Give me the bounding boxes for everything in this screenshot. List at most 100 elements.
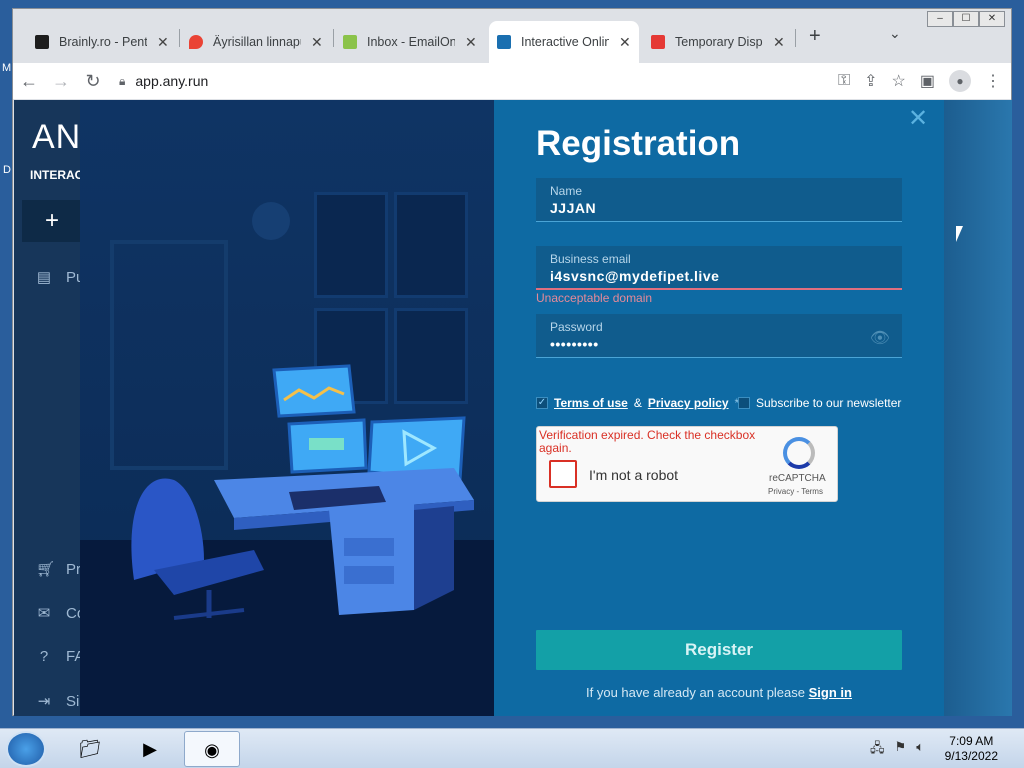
taskbar: 📁︎ ▶ ◉ 🖧︎ ⚑ 🔈︎ 7:09 AM 9/13/2022 [0, 728, 1024, 768]
media-player-taskbar-icon[interactable]: ▶ [122, 731, 178, 767]
newsletter-label: Subscribe to our newsletter [756, 396, 902, 410]
page-viewport: ANY INTERACTIV + ▤ Pu 🛒︎ Pr ✉ Co ? FA ⇥ … [14, 100, 1012, 716]
tab-brainly[interactable]: Brainly.ro - Pentru ✕ [27, 21, 177, 63]
browser-toolbar: ← → ↻ 🔒︎ app.any.run ⚿ ⇪ ☆ ▣ ● ⋮ [13, 63, 1011, 99]
terms-row: ✓ Terms of use & Privacy policy * [536, 396, 739, 410]
close-tab-icon[interactable]: ✕ [773, 34, 785, 51]
email-favicon-icon [343, 35, 357, 49]
back-arrow-icon[interactable]: ← [13, 71, 45, 92]
system-clock[interactable]: 7:09 AM 9/13/2022 [945, 734, 998, 764]
browser-window: Brainly.ro - Pentru ✕ Äyrisillan linnapu… [12, 8, 1012, 716]
captcha-label: I'm not a robot [589, 467, 679, 483]
email-field[interactable]: Business email i4svsnc@mydefipet.live [536, 246, 902, 290]
start-button[interactable] [6, 731, 46, 767]
mouse-cursor-icon [956, 226, 963, 242]
name-value[interactable]: JJJAN [550, 200, 596, 216]
recaptcha-links[interactable]: Privacy - Terms [768, 487, 823, 496]
signin-link[interactable]: Sign in [809, 685, 852, 700]
illustration-workstation [131, 364, 474, 620]
tab-strip: Brainly.ro - Pentru ✕ Äyrisillan linnapu… [13, 9, 1011, 63]
password-label: Password [550, 320, 603, 334]
close-tab-icon[interactable]: ✕ [465, 34, 477, 51]
close-tab-icon[interactable]: ✕ [157, 34, 169, 51]
chrome-taskbar-icon[interactable]: ◉ [184, 731, 240, 767]
profile-avatar-icon[interactable]: ● [949, 70, 971, 92]
new-task-button[interactable]: + [22, 200, 82, 242]
close-tab-icon[interactable]: ✕ [311, 34, 323, 51]
star-icon[interactable]: ☆ [892, 71, 906, 91]
captcha-checkbox[interactable] [549, 460, 577, 488]
privacy-policy-link[interactable]: Privacy policy [648, 396, 729, 410]
close-window-button[interactable]: ✕ [979, 11, 1005, 27]
tab-title: Temporary Dispos [675, 35, 763, 49]
action-center-icon[interactable]: ⚑ [895, 739, 907, 761]
terms-of-use-link[interactable]: Terms of use [554, 396, 628, 410]
minimize-button[interactable]: ‒ [927, 11, 953, 27]
menu-kebab-icon[interactable]: ⋮ [985, 71, 1001, 91]
mail-icon: ✉ [37, 605, 51, 622]
help-icon: ? [39, 648, 49, 665]
tab-maps[interactable]: Äyrisillan linnapuis ✕ [181, 21, 331, 63]
name-label: Name [550, 184, 583, 198]
close-tab-icon[interactable]: ✕ [619, 34, 631, 51]
clock-date: 9/13/2022 [944, 749, 998, 763]
sidebar-item-faq[interactable]: ? FA [36, 648, 85, 665]
recaptcha-logo-icon [783, 437, 815, 469]
tempmail-favicon-icon [651, 35, 665, 49]
signin-prompt: If you have already an account please Si… [536, 685, 902, 700]
key-icon[interactable]: ⚿ [838, 72, 850, 90]
email-value[interactable]: i4svsnc@mydefipet.live [550, 268, 719, 284]
recaptcha-widget: Verification expired. Check the checkbox… [536, 426, 838, 502]
email-error-message: Unacceptable domain [536, 291, 653, 305]
desktop-icon-label: M [2, 62, 12, 74]
tab-title: Inbox - EmailOnDe [367, 35, 455, 49]
password-field[interactable]: Password ••••••••• 👁︎ [536, 314, 902, 358]
name-field[interactable]: Name JJJAN [536, 178, 902, 222]
tab-search-chevron-icon[interactable]: ⌄ [889, 25, 901, 42]
sidebar-item-pricing[interactable]: 🛒︎ Pr [36, 560, 81, 579]
terms-ampersand: & [633, 396, 642, 410]
terms-checkbox[interactable]: ✓ [536, 397, 548, 409]
toolbar-actions: ⚿ ⇪ ☆ ▣ ● ⋮ [838, 63, 1001, 99]
sidebar-item-label: Pr [66, 560, 81, 578]
register-button[interactable]: Register [536, 630, 902, 670]
brainly-favicon-icon [35, 35, 49, 49]
explorer-taskbar-icon[interactable]: 📁︎ [62, 731, 118, 767]
side-panel-icon[interactable]: ▣ [920, 71, 935, 91]
anyrun-favicon-icon [497, 35, 511, 49]
close-modal-icon[interactable]: ✕ [908, 104, 928, 133]
cart-icon: 🛒︎ [36, 561, 56, 578]
eye-icon[interactable]: 👁︎ [870, 328, 890, 348]
email-label: Business email [550, 252, 631, 266]
network-icon[interactable]: 🖧︎ [870, 739, 885, 761]
new-tab-button[interactable]: + [809, 25, 821, 48]
window-controls: ‒ ☐ ✕ [927, 11, 1005, 27]
recaptcha-brand: reCAPTCHA [769, 473, 826, 484]
desktop-icon-label: D [3, 164, 11, 176]
share-icon[interactable]: ⇪ [864, 71, 877, 91]
system-tray: 🖧︎ ⚑ 🔈︎ [870, 739, 924, 761]
forward-arrow-icon[interactable]: → [45, 71, 77, 92]
page-title: Registration [536, 124, 741, 163]
captcha-error: Verification expired. Check the checkbox… [539, 428, 756, 455]
illustration-window [314, 192, 388, 298]
newsletter-row: Subscribe to our newsletter [738, 396, 901, 410]
maps-favicon-icon [189, 35, 203, 49]
volume-icon[interactable]: 🔈︎ [916, 739, 924, 761]
reload-icon[interactable]: ↻ [77, 71, 109, 92]
modal-backdrop-edge [944, 100, 1012, 716]
maximize-button[interactable]: ☐ [953, 11, 979, 27]
password-value[interactable]: ••••••••• [550, 336, 599, 352]
tab-temp-mail[interactable]: Temporary Dispos ✕ [643, 21, 793, 63]
tab-anyrun[interactable]: Interactive Online M ✕ [489, 21, 639, 63]
clock-time: 7:09 AM [949, 734, 994, 748]
sidebar-item-public[interactable]: ▤ Pu [36, 268, 84, 287]
newsletter-checkbox[interactable] [738, 397, 750, 409]
lock-icon[interactable]: 🔒︎ [119, 74, 125, 89]
tab-inbox[interactable]: Inbox - EmailOnDe ✕ [335, 21, 485, 63]
sidebar-item-contacts[interactable]: ✉ Co [36, 604, 85, 623]
document-icon: ▤ [36, 269, 52, 286]
illustration-window [394, 192, 468, 298]
address-bar[interactable]: app.any.run [135, 73, 208, 89]
signin-text: If you have already an account please [586, 685, 805, 700]
